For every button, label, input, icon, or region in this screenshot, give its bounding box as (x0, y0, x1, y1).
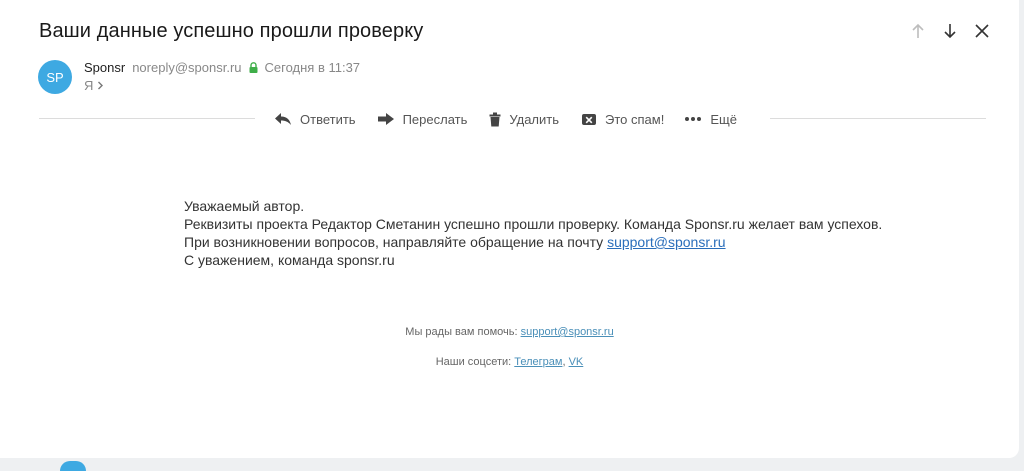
body-signature: С уважением, команда sponsr.ru (184, 252, 395, 268)
sender-name[interactable]: Sponsr (84, 60, 125, 75)
arrow-down-icon (944, 24, 956, 39)
email-subject: Ваши данные успешно прошли проверку (39, 20, 424, 42)
email-body: Уважаемый автор. Реквизиты проекта Редак… (184, 197, 882, 269)
more-button[interactable]: Ещё (684, 112, 737, 127)
recipient-line[interactable]: Я (84, 78, 104, 93)
email-view: Ваши данные успешно прошли проверку SP S… (0, 0, 1019, 458)
vk-link[interactable]: VK (569, 356, 584, 368)
forward-label: Переслать (402, 111, 468, 127)
reply-label: Ответить (300, 111, 356, 127)
email-navigation (907, 20, 993, 42)
chevron-right-icon (98, 81, 104, 90)
footer-social: Наши соцсети: Телеграм, VK (0, 356, 1019, 368)
sender-avatar[interactable]: SP (38, 60, 72, 94)
reply-icon (274, 112, 292, 126)
footer-social-label: Наши соцсети: (435, 356, 515, 368)
lock-icon (249, 62, 258, 73)
more-label: Ещё (710, 111, 737, 127)
footer-help-label: Мы рады вам помочь: (405, 326, 521, 338)
forward-icon (377, 112, 395, 126)
delete-label: Удалить (509, 111, 560, 127)
sender-line: Sponsr noreply@sponsr.ru Сегодня в 11:37 (84, 60, 360, 75)
next-email-button[interactable] (939, 20, 961, 42)
footer-support-email-link[interactable]: support@sponsr.ru (521, 326, 614, 338)
close-icon (975, 24, 989, 38)
body-line-1: Реквизиты проекта Редактор Сметанин успе… (184, 216, 883, 232)
sent-time: Сегодня в 11:37 (264, 60, 361, 75)
delete-button[interactable]: Удалить (489, 112, 559, 127)
footer-help: Мы рады вам помочь: support@sponsr.ru (0, 326, 1019, 338)
forward-button[interactable]: Переслать (377, 111, 468, 127)
next-avatar-peek (60, 461, 86, 471)
recipient-name: Я (84, 78, 94, 93)
body-greeting: Уважаемый автор. (184, 198, 305, 214)
body-line-2: При возникновении вопросов, направляйте … (184, 233, 882, 251)
spam-button[interactable]: Это спам! (581, 112, 664, 127)
previous-email-button[interactable] (907, 20, 929, 42)
support-email-link[interactable]: support@sponsr.ru (607, 234, 726, 250)
reply-button[interactable]: Ответить (274, 112, 356, 127)
toolbar-divider-left (39, 118, 255, 119)
close-email-button[interactable] (971, 20, 993, 42)
more-dots-icon (684, 116, 702, 122)
sender-email[interactable]: noreply@sponsr.ru (132, 60, 241, 75)
spam-icon (581, 112, 597, 126)
email-toolbar: Ответить Переслать Удалить Это спам! Ещё (274, 108, 737, 130)
toolbar-divider-right (770, 118, 986, 119)
body-line-2-text: При возникновении вопросов, направляйте … (184, 234, 608, 250)
telegram-link[interactable]: Телеграм (514, 356, 562, 368)
spam-label: Это спам! (605, 111, 665, 127)
trash-icon (489, 112, 501, 127)
arrow-up-icon (912, 23, 924, 38)
